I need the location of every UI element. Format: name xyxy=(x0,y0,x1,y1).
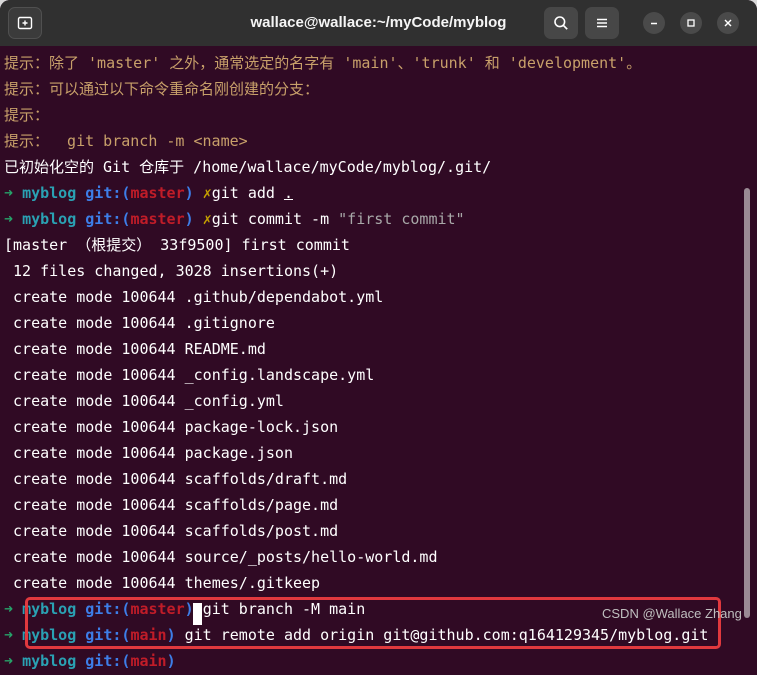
prompt-arrow-icon: ➜ xyxy=(4,652,14,670)
search-button[interactable] xyxy=(544,7,578,39)
search-icon xyxy=(554,16,568,30)
created-file-line: create mode 100644 scaffolds/post.md xyxy=(4,522,339,540)
highlight-annotation-box xyxy=(25,597,721,649)
command-string-arg: "first commit" xyxy=(338,210,465,228)
watermark: CSDN @Wallace Zhang xyxy=(602,606,742,621)
init-message: 已初始化空的 Git 仓库于 /home/wallace/myCode/mybl… xyxy=(4,158,492,176)
dirty-mark-icon: ✗ xyxy=(202,184,212,202)
prompt-dir: myblog xyxy=(22,210,77,228)
created-file-line: create mode 100644 .gitignore xyxy=(4,314,275,332)
hint-line: 提示：除了 'master' 之外，通常选定的名字有 'main'、'trunk… xyxy=(4,54,642,72)
created-file-line: create mode 100644 README.md xyxy=(4,340,266,358)
prompt-dir: myblog xyxy=(22,184,77,202)
hint-line: 提示：可以通过以下命令重命名刚创建的分支： xyxy=(4,80,320,98)
created-file-line: create mode 100644 themes/.gitkeep xyxy=(4,574,321,592)
terminal-output[interactable]: 提示：除了 'master' 之外，通常选定的名字有 'main'、'trunk… xyxy=(0,46,757,675)
text-cursor xyxy=(193,603,202,625)
created-file-line: create mode 100644 _config.yml xyxy=(4,392,284,410)
prompt-git-label: git:( xyxy=(85,652,131,670)
commit-summary: 12 files changed, 3028 insertions(+) xyxy=(4,262,339,280)
commit-header: [master （根提交） 33f9500] first commit xyxy=(4,236,350,254)
terminal-window: wallace@wallace:~/myCode/myblog 提示：除了 'm… xyxy=(0,0,757,675)
prompt-arrow-icon: ➜ xyxy=(4,600,14,618)
created-file-line: create mode 100644 package.json xyxy=(4,444,293,462)
prompt-arrow-icon: ➜ xyxy=(4,184,14,202)
command-arg: . xyxy=(283,184,293,202)
prompt-git-close: ) xyxy=(184,210,194,228)
prompt-git-label: git:( xyxy=(85,184,131,202)
created-file-line: create mode 100644 scaffolds/draft.md xyxy=(4,470,348,488)
prompt-git-close: ) xyxy=(184,184,194,202)
maximize-icon xyxy=(687,19,695,27)
created-file-line: create mode 100644 .github/dependabot.ym… xyxy=(4,288,384,306)
title-bar: wallace@wallace:~/myCode/myblog xyxy=(0,0,757,46)
prompt-branch: master xyxy=(130,210,185,228)
close-icon xyxy=(724,19,732,27)
command-text: git add xyxy=(211,184,284,202)
prompt-arrow-icon: ➜ xyxy=(4,626,14,644)
scrollbar-thumb[interactable] xyxy=(744,188,750,618)
minimize-icon xyxy=(651,22,657,25)
created-file-line: create mode 100644 source/_posts/hello-w… xyxy=(4,548,438,566)
created-file-line: create mode 100644 _config.landscape.yml xyxy=(4,366,375,384)
prompt-branch: main xyxy=(130,652,167,670)
prompt-git-label: git:( xyxy=(85,210,131,228)
current-prompt-line[interactable]: ➜ myblog git:(main) xyxy=(4,648,176,674)
hint-line: 提示： xyxy=(4,106,50,124)
close-button[interactable] xyxy=(717,12,739,34)
prompt-arrow-icon: ➜ xyxy=(4,210,14,228)
prompt-line: ➜ myblog git:(master) ✗git commit -m "fi… xyxy=(4,206,465,232)
minimize-button[interactable] xyxy=(643,12,665,34)
prompt-dir: myblog xyxy=(22,652,77,670)
prompt-branch: master xyxy=(130,184,185,202)
dirty-mark-icon: ✗ xyxy=(202,210,212,228)
command-text: git commit -m xyxy=(211,210,339,228)
maximize-button[interactable] xyxy=(680,12,702,34)
created-file-line: create mode 100644 scaffolds/page.md xyxy=(4,496,339,514)
prompt-git-close: ) xyxy=(166,652,176,670)
hint-line: 提示： git branch -m <name> xyxy=(4,132,248,150)
menu-button[interactable] xyxy=(585,7,619,39)
hamburger-menu-icon xyxy=(597,18,607,28)
created-file-line: create mode 100644 package-lock.json xyxy=(4,418,339,436)
prompt-line: ➜ myblog git:(master) ✗git add . xyxy=(4,180,293,206)
